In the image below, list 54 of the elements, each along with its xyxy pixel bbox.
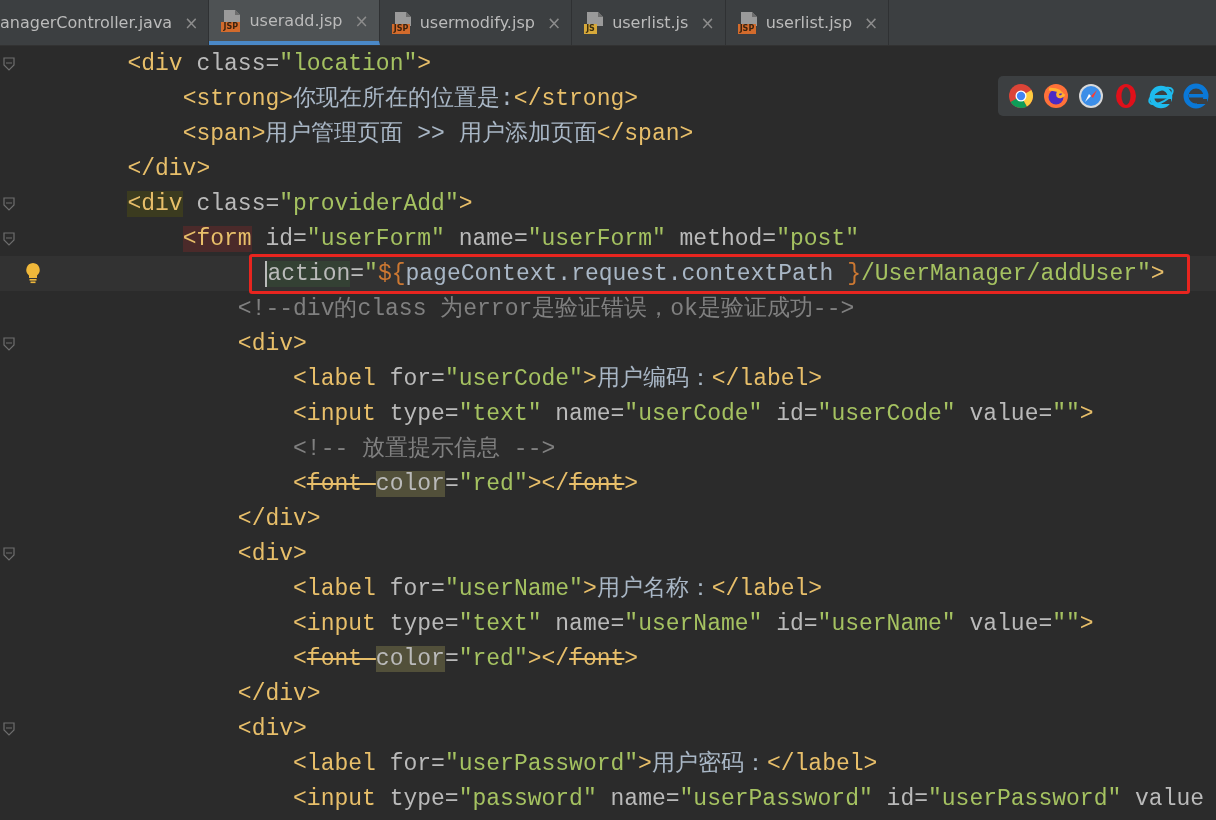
close-icon[interactable]: ×: [184, 12, 199, 33]
fold-icon: [2, 231, 15, 246]
fold-icon: [2, 56, 15, 71]
page-icon: [738, 11, 759, 26]
code-line: <font color="red"></font>: [293, 644, 639, 674]
file-type-badge: JSP: [391, 23, 411, 34]
code-line: <div>: [237, 714, 307, 744]
page-icon: [392, 11, 413, 26]
code-line: <!-- 放置提示信息 -->: [293, 434, 556, 464]
page-icon: [585, 11, 606, 26]
tab-label: useradd.jsp: [249, 11, 343, 30]
close-icon[interactable]: ×: [864, 12, 879, 33]
editor-tab[interactable]: JSP useradd.jsp ×: [209, 0, 380, 45]
code-line: <input type="text" name="userName" id="userName" value="">: [293, 609, 1094, 639]
browser-icon[interactable]: [1008, 83, 1034, 109]
code-line: <label for="userPassword">用户密码：</label>: [293, 749, 878, 779]
file-type-badge: JSP: [221, 21, 241, 32]
lightbulb-icon[interactable]: [24, 262, 42, 284]
code-line: <!--div的class 为error是验证错误，ok是验证成功-->: [237, 294, 855, 324]
file-type-badge: JS: [584, 23, 597, 34]
browser-icon[interactable]: [1148, 83, 1174, 109]
fold-icon: [2, 546, 15, 561]
code-line: </div>: [237, 679, 321, 709]
code-line: <strong>你现在所在的位置是:</strong>: [182, 84, 639, 114]
editor-tab[interactable]: JSP userlist.jsp ×: [725, 0, 890, 45]
code-line: <input type="password" name="userPassword" id="userPassword" value: [293, 784, 1205, 814]
code-line: <div class="providerAdd">: [127, 189, 473, 219]
code-line: </div>: [127, 154, 211, 184]
fold-icon: [2, 721, 15, 736]
editor-tab[interactable]: JS userlist.js ×: [572, 0, 726, 45]
close-icon[interactable]: ×: [700, 12, 715, 33]
code-line: <input type="text" name="userCode" id="userCode" value="">: [293, 399, 1094, 429]
fold-icon: [2, 336, 15, 351]
browser-icon[interactable]: [1043, 83, 1069, 109]
code-line: <span>用户管理页面 >> 用户添加页面</span>: [182, 119, 694, 149]
code-line: </div>: [237, 504, 321, 534]
close-icon[interactable]: ×: [546, 12, 562, 33]
code-line: <label for="userName">用户名称：</label>: [293, 574, 823, 604]
tab-label: anagerController.java: [0, 13, 173, 32]
code-line: <font color="red"></font>: [293, 469, 639, 499]
file-type-badge: JSP: [737, 23, 757, 34]
code-line: <form id="userForm" name="userForm" method="post": [182, 224, 859, 254]
code-line: <div>: [237, 539, 307, 569]
fold-icon: [2, 196, 15, 211]
code-line: <label for="userCode">用户编码：</label>: [293, 364, 823, 394]
tab-label: userlist.js: [612, 13, 689, 32]
close-icon[interactable]: ×: [354, 10, 369, 31]
code-line: <div class="location">: [127, 49, 432, 79]
page-icon: [222, 9, 243, 24]
editor-tab[interactable]: JSP usermodify.jsp ×: [379, 0, 573, 45]
tab-label: usermodify.jsp: [419, 13, 535, 32]
compass-icon[interactable]: [1078, 83, 1104, 109]
code-line: <div>: [237, 329, 307, 359]
tab-label: userlist.jsp: [765, 13, 853, 32]
